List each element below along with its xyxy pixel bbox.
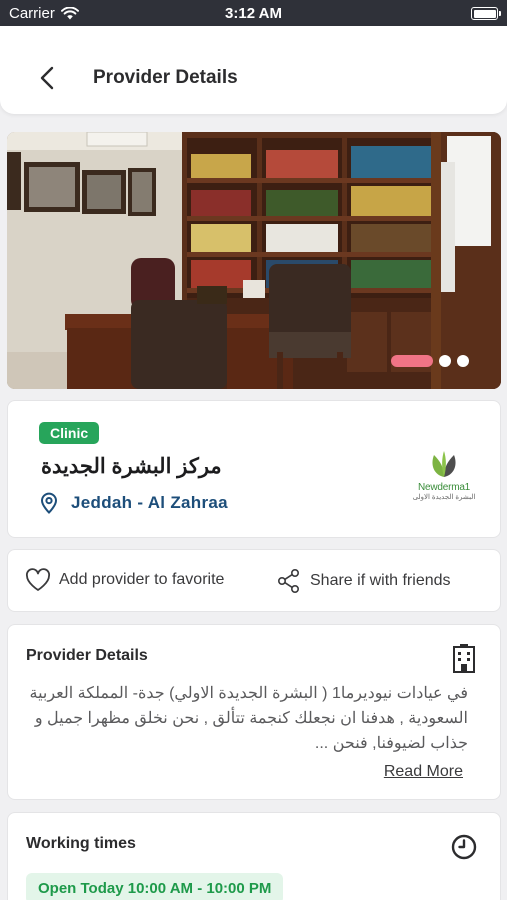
open-status-badge: Open Today 10:00 AM - 10:00 PM [26,873,284,900]
logo-brand-text: Newderma1 [417,482,471,493]
logo-brand-arabic: البشرة الجديدة الاولى [412,494,476,501]
provider-name: مركز البشرة الجديدة [41,455,222,478]
provider-info-card: Clinic مركز البشرة الجديدة Jeddah - Al Z… [7,400,501,538]
provider-description: في عيادات نيوديرما1 ( البشرة الجديدة الا… [29,685,468,752]
clock-icon [451,834,477,860]
provider-location[interactable]: Jeddah - Al Zahraa [39,492,228,514]
building-icon [453,644,475,673]
heart-icon [26,568,50,591]
read-more-link[interactable]: Read More [384,763,463,781]
provider-actions-card: Add provider to favorite Share if with f… [7,549,501,612]
provider-type-badge: Clinic [39,422,100,444]
leaf-logo-icon [432,451,456,477]
page-title: Provider Details [93,67,238,88]
navigation-bar: Provider Details [0,26,507,114]
working-times-title: Working times [26,835,136,852]
details-section-title: Provider Details [26,647,148,664]
location-text: Jeddah - Al Zahraa [71,493,228,512]
pagination-dot-active[interactable] [391,355,433,367]
share-label: Share if with friends [310,572,451,589]
share-icon [277,568,300,593]
working-times-card: Working times Open Today 10:00 AM - 10:0… [7,812,501,900]
clinic-office-photo [7,132,501,389]
location-pin-icon [40,492,58,514]
gallery-pagination [391,355,469,367]
share-button[interactable]: Share if with friends [276,568,451,594]
provider-photo-gallery[interactable] [7,132,501,389]
pagination-dot[interactable] [439,355,451,367]
status-bar: Carrier 3:12 AM [0,0,507,26]
provider-details-card: Provider Details في عيادات نيوديرما1 ( ا… [7,624,501,800]
pagination-dot[interactable] [457,355,469,367]
back-chevron-icon[interactable] [34,64,62,92]
battery-icon [471,7,501,20]
provider-logo: Newderma1 البشرة الجديدة الاولى [409,449,479,509]
clock-time: 3:12 AM [225,5,282,22]
add-to-favorite-button[interactable]: Add provider to favorite [25,568,224,592]
favorite-label: Add provider to favorite [59,571,225,588]
